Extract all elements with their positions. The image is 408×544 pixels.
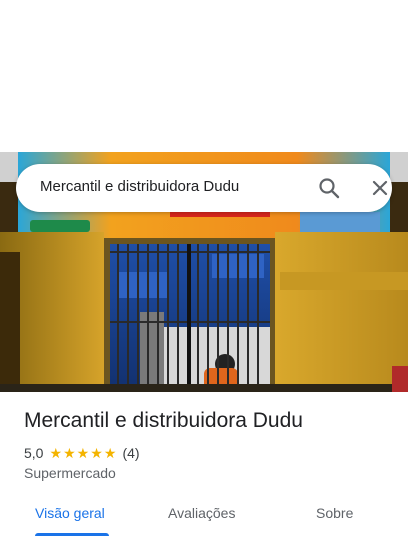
star-icon: ★ [103, 445, 117, 461]
place-page: Mercantil e distribuidora Dudu Mercantil… [0, 0, 408, 544]
star-icon: ★ [90, 445, 103, 461]
star-icon: ★ [49, 445, 63, 461]
star-icon: ★ [76, 445, 90, 461]
rating-value: 5,0 [24, 445, 44, 461]
rating-row[interactable]: 5,0 ★ ★ ★ ★ ★ (4) [24, 444, 140, 462]
tab-reviews[interactable]: Avaliações [168, 505, 235, 521]
active-tab-indicator [35, 533, 109, 536]
search-box[interactable]: Mercantil e distribuidora Dudu [16, 164, 392, 212]
search-icon[interactable] [318, 177, 340, 199]
place-title: Mercantil e distribuidora Dudu [24, 409, 303, 432]
place-category[interactable]: Supermercado [24, 465, 116, 481]
place-tabs: Visão geral Avaliações Sobre [0, 496, 408, 544]
search-input[interactable]: Mercantil e distribuidora Dudu [40, 178, 239, 195]
tab-overview[interactable]: Visão geral [35, 505, 105, 521]
star-icon: ★ [63, 445, 76, 461]
star-rating: ★ ★ ★ ★ ★ [49, 446, 117, 460]
close-icon[interactable] [370, 178, 390, 198]
tab-about[interactable]: Sobre [316, 505, 353, 521]
review-count[interactable]: (4) [122, 445, 139, 461]
